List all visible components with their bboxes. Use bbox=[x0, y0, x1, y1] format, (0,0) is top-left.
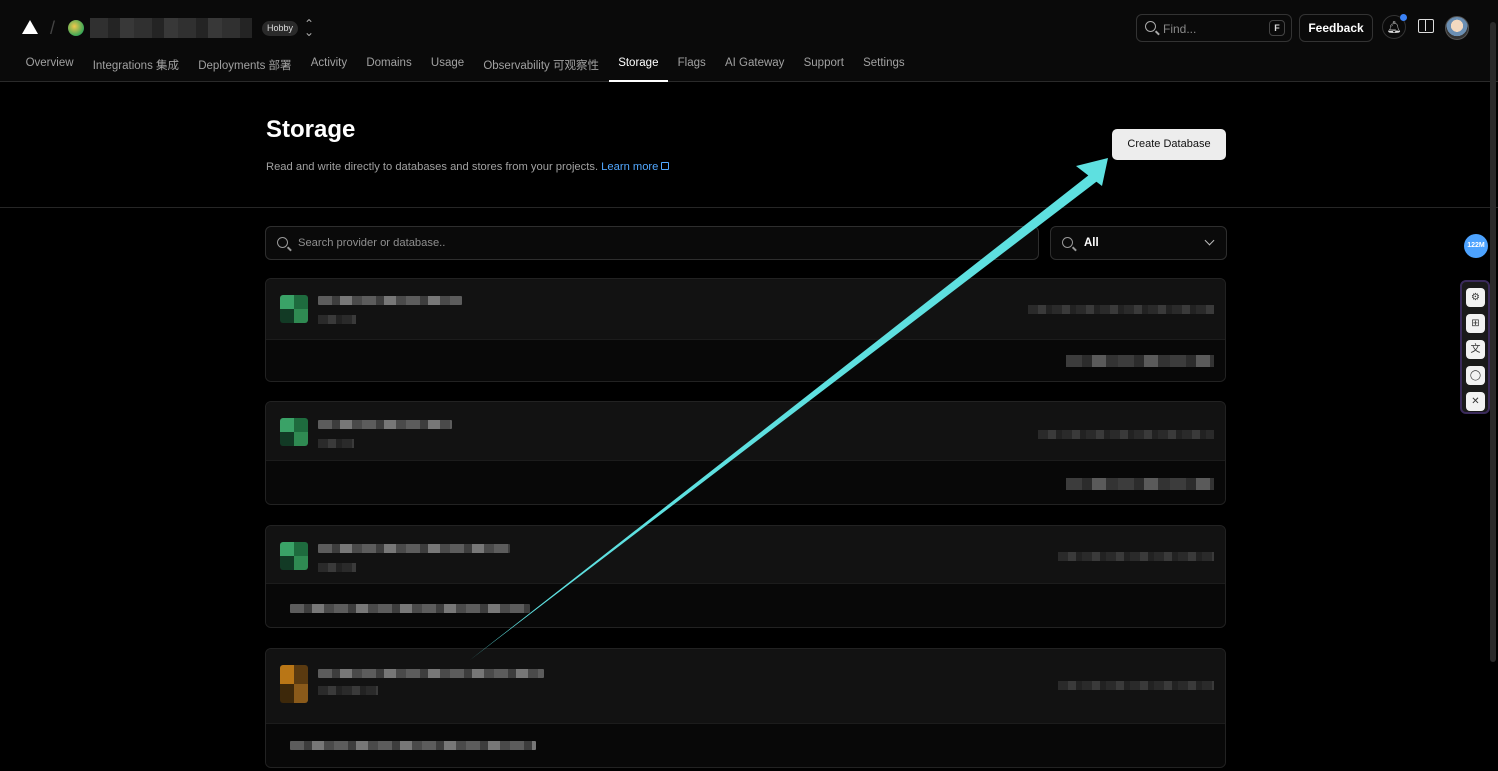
database-detail-redacted bbox=[1066, 478, 1214, 490]
database-info-redacted bbox=[1058, 552, 1214, 561]
chat-icon[interactable]: ◯ bbox=[1466, 366, 1485, 385]
top-bar: / Hobby ⌃ ⌄ Find... F Feedback 🔔︎ Overvie… bbox=[0, 0, 1498, 82]
page-title: Storage bbox=[266, 116, 356, 143]
database-meta-redacted bbox=[318, 563, 356, 572]
find-placeholder: Find... bbox=[1163, 22, 1197, 36]
database-detail-redacted bbox=[290, 741, 536, 750]
storage-card[interactable] bbox=[265, 525, 1226, 628]
extension-badge[interactable]: 122M bbox=[1464, 234, 1488, 258]
extension-toolbar: ⚙ ⊞ 文 ◯ ✕ bbox=[1460, 280, 1490, 414]
main-nav: Overview Integrations 集成 Deployments 部署 … bbox=[16, 52, 914, 82]
search-input[interactable]: Search provider or database.. bbox=[265, 226, 1039, 260]
tab-integrations[interactable]: Integrations 集成 bbox=[83, 52, 188, 82]
team-name-redacted[interactable] bbox=[90, 18, 252, 38]
settings-toggle-icon[interactable]: ⚙ bbox=[1466, 288, 1485, 307]
search-icon bbox=[277, 237, 288, 248]
tab-usage[interactable]: Usage bbox=[421, 52, 473, 82]
database-provider-icon bbox=[280, 418, 308, 446]
external-link-icon bbox=[661, 162, 670, 170]
database-provider-icon bbox=[280, 665, 308, 703]
page-header: Storage Read and write directly to datab… bbox=[0, 83, 1498, 208]
tab-settings[interactable]: Settings bbox=[853, 52, 914, 82]
plan-badge: Hobby bbox=[262, 21, 299, 36]
windows-icon[interactable]: ⊞ bbox=[1466, 314, 1485, 333]
learn-more-label: Learn more bbox=[601, 161, 659, 173]
database-name-redacted bbox=[318, 420, 452, 429]
database-name-redacted bbox=[318, 296, 462, 305]
database-info-redacted bbox=[1038, 430, 1214, 439]
close-icon[interactable]: ✕ bbox=[1466, 392, 1485, 411]
feedback-button[interactable]: Feedback bbox=[1299, 14, 1373, 42]
find-shortcut-key: F bbox=[1269, 20, 1285, 36]
database-meta-redacted bbox=[318, 686, 378, 695]
create-database-button[interactable]: Create Database bbox=[1112, 129, 1226, 160]
database-info-redacted bbox=[1028, 305, 1214, 314]
search-icon bbox=[1062, 237, 1073, 248]
database-provider-icon bbox=[280, 542, 308, 570]
vercel-logo-icon[interactable] bbox=[22, 20, 38, 34]
breadcrumb-separator: / bbox=[50, 18, 56, 38]
book-icon[interactable] bbox=[1418, 19, 1434, 33]
database-name-redacted bbox=[318, 544, 510, 553]
storage-card[interactable] bbox=[265, 278, 1226, 382]
database-info-redacted bbox=[1058, 681, 1214, 690]
tab-storage[interactable]: Storage bbox=[608, 52, 669, 82]
notifications-button[interactable]: 🔔︎ bbox=[1382, 14, 1407, 39]
database-detail-redacted bbox=[1066, 355, 1214, 367]
translate-icon[interactable]: 文 bbox=[1466, 340, 1485, 359]
tab-deployments[interactable]: Deployments 部署 bbox=[189, 52, 302, 82]
chevron-down-icon bbox=[1204, 235, 1215, 246]
filter-value: All bbox=[1084, 237, 1099, 249]
description-text: Read and write directly to databases and… bbox=[266, 161, 599, 173]
notification-dot bbox=[1400, 14, 1407, 21]
tab-flags[interactable]: Flags bbox=[668, 52, 715, 82]
find-input[interactable]: Find... F bbox=[1136, 14, 1292, 42]
learn-more-link[interactable]: Learn more bbox=[601, 161, 670, 173]
storage-card[interactable] bbox=[265, 648, 1226, 768]
database-detail-redacted bbox=[290, 604, 530, 613]
database-provider-icon bbox=[280, 295, 308, 323]
storage-card[interactable] bbox=[265, 401, 1226, 505]
database-meta-redacted bbox=[318, 315, 356, 324]
tab-ai-gateway[interactable]: AI Gateway bbox=[715, 52, 794, 82]
page-scrollbar[interactable] bbox=[1490, 22, 1496, 662]
team-switcher-icon[interactable]: ⌃ ⌄ bbox=[304, 18, 314, 38]
database-meta-redacted bbox=[318, 439, 354, 448]
page-description: Read and write directly to databases and… bbox=[266, 161, 670, 173]
tab-support[interactable]: Support bbox=[794, 52, 853, 82]
tab-observability[interactable]: Observability 可观察性 bbox=[474, 52, 609, 82]
bell-icon: 🔔︎ bbox=[1386, 20, 1402, 34]
provider-filter-select[interactable]: All bbox=[1050, 226, 1227, 260]
tab-activity[interactable]: Activity bbox=[301, 52, 357, 82]
database-name-redacted bbox=[318, 669, 544, 678]
search-icon bbox=[1145, 21, 1156, 32]
team-avatar-icon[interactable] bbox=[68, 20, 84, 36]
user-avatar[interactable] bbox=[1445, 16, 1469, 40]
tab-domains[interactable]: Domains bbox=[357, 52, 422, 82]
search-placeholder: Search provider or database.. bbox=[298, 237, 446, 249]
tab-overview[interactable]: Overview bbox=[16, 52, 83, 82]
